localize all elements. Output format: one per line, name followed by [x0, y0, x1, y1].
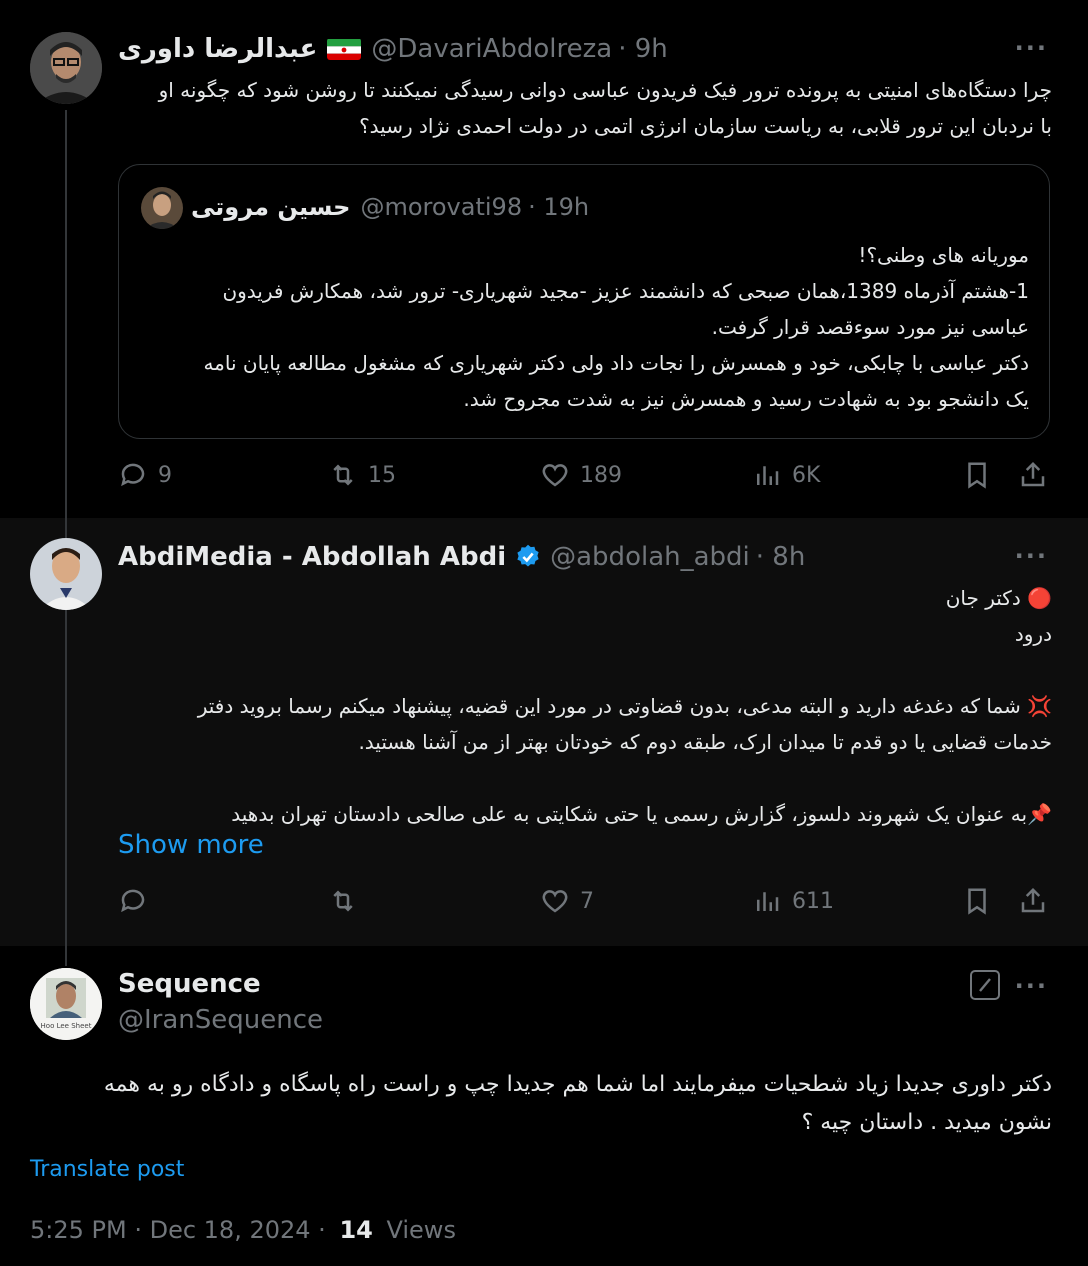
verified-badge-icon [514, 543, 542, 571]
grok-icon[interactable] [970, 970, 1000, 1000]
repost-icon [333, 464, 353, 486]
thread-line [65, 110, 67, 518]
reply-icon [121, 463, 145, 487]
more-options-icon[interactable]: ··· [1015, 542, 1048, 570]
action-bar: 9 15 189 6K [118, 460, 1050, 500]
share-icon [1021, 887, 1045, 913]
author-name[interactable]: عبدالرضا داوری [118, 34, 317, 64]
quote-post-time: · 19h [528, 193, 590, 221]
tweet-text: چرا دستگاه‌های امنیتی به پرونده ترور فیک… [158, 78, 1052, 138]
avatar[interactable] [30, 538, 102, 610]
bookmark-icon [968, 462, 986, 489]
quote-author-handle: @morovati98 [360, 193, 523, 221]
repost-button[interactable]: 15 [328, 460, 396, 490]
reply-button[interactable]: 9 [118, 460, 172, 490]
bookmark-icon [968, 888, 986, 915]
avatar[interactable] [30, 32, 102, 104]
share-icon [1021, 461, 1045, 487]
post-time[interactable]: · 8h [756, 542, 806, 572]
quote-avatar [141, 187, 183, 229]
author-handle[interactable]: @abdolah_abdi [550, 542, 750, 572]
views-icon [757, 466, 779, 485]
bookmark-button[interactable] [962, 460, 992, 490]
quote-text: موریانه های وطنی؟! 1-هشتم آذرماه 1389،هم… [203, 243, 1029, 411]
thread-line [65, 518, 67, 538]
heart-icon [542, 464, 568, 487]
bookmark-button[interactable] [962, 886, 992, 916]
views-button[interactable]: 6K [752, 460, 820, 490]
author-handle[interactable]: @IranSequence [118, 1005, 323, 1035]
tweet-sequence-focused: Hoo Lee Sheet Sequence @IranSequence ···… [0, 946, 1088, 1266]
post-time[interactable]: · 9h [618, 34, 668, 64]
repost-button[interactable] [328, 886, 368, 916]
reply-icon [121, 889, 145, 913]
author-name[interactable]: AbdiMedia - Abdollah Abdi [118, 542, 506, 572]
quote-author-name: حسین مروتی [191, 193, 351, 221]
like-button[interactable]: 7 [540, 886, 594, 916]
tweet-abdi[interactable]: AbdiMedia - Abdollah Abdi @abdolah_abdi … [0, 518, 1088, 946]
post-meta: 5:25 PM · Dec 18, 2024 · 14 Views [30, 1216, 456, 1244]
avatar-caption: Hoo Lee Sheet [40, 1022, 92, 1030]
like-button[interactable]: 189 [540, 460, 622, 490]
post-timestamp[interactable]: 5:25 PM · Dec 18, 2024 · [30, 1216, 326, 1244]
thread-line [65, 946, 67, 966]
translate-post-link[interactable]: Translate post [30, 1157, 184, 1182]
share-button[interactable] [1018, 886, 1048, 916]
more-options-icon[interactable]: ··· [1015, 34, 1048, 62]
views-label: Views [386, 1216, 456, 1244]
iran-flag-icon [327, 38, 362, 60]
quoted-tweet[interactable]: حسین مروتی @morovati98 · 19h موریانه های… [118, 164, 1050, 439]
tweet-text: دکتر داوری جدیدا زیاد شطحیات میفرمایند ا… [103, 1072, 1052, 1135]
heart-icon [542, 890, 568, 913]
action-bar: 7 611 [118, 886, 1050, 926]
views-button[interactable]: 611 [752, 886, 834, 916]
views-icon [757, 892, 779, 911]
tweet-text: 🔴 دکتر جان درود 💢 شما که دغدغه دارید و ا… [197, 586, 1052, 826]
reply-button[interactable] [118, 886, 158, 916]
show-more-link[interactable]: Show more [118, 830, 264, 860]
author-name[interactable]: Sequence [118, 969, 261, 999]
views-count: 14 [339, 1216, 373, 1244]
avatar[interactable]: Hoo Lee Sheet [30, 968, 102, 1040]
author-handle[interactable]: @DavariAbdolreza [371, 34, 612, 64]
tweet-davari[interactable]: عبدالرضا داوری @DavariAbdolreza · 9h ···… [0, 0, 1088, 518]
thread-line [65, 610, 67, 946]
share-button[interactable] [1018, 460, 1048, 490]
more-options-icon[interactable]: ··· [1015, 972, 1048, 1000]
repost-icon [333, 890, 353, 912]
